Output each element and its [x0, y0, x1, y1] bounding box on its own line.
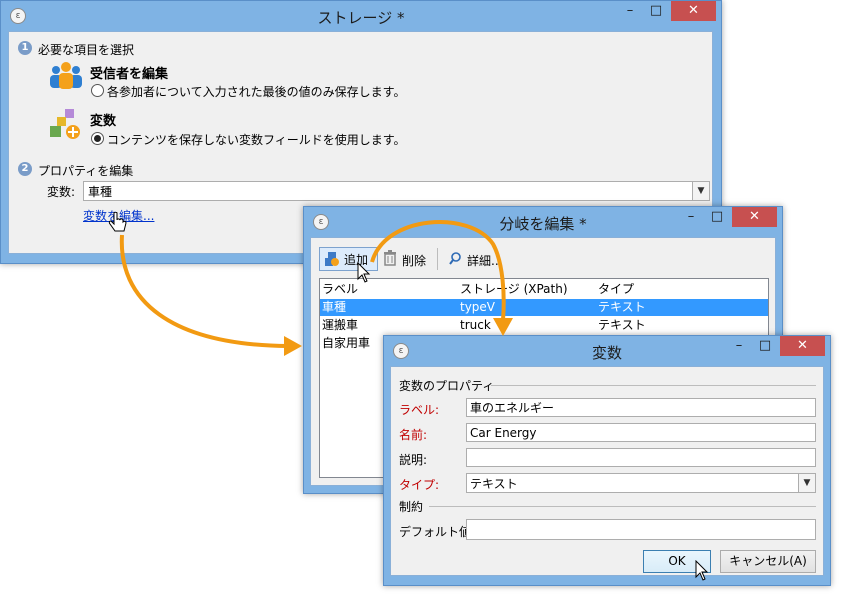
annotation-arrows [119, 220, 513, 356]
arrow-cursor-icon [357, 262, 371, 283]
arrow-cursor-icon [695, 560, 709, 581]
arrowhead-2 [493, 318, 513, 336]
hand-cursor-icon [108, 212, 127, 232]
arrowhead-1 [284, 336, 302, 356]
arrow-edit-to-branch [119, 234, 289, 348]
arrow-add-to-variable [370, 220, 506, 321]
